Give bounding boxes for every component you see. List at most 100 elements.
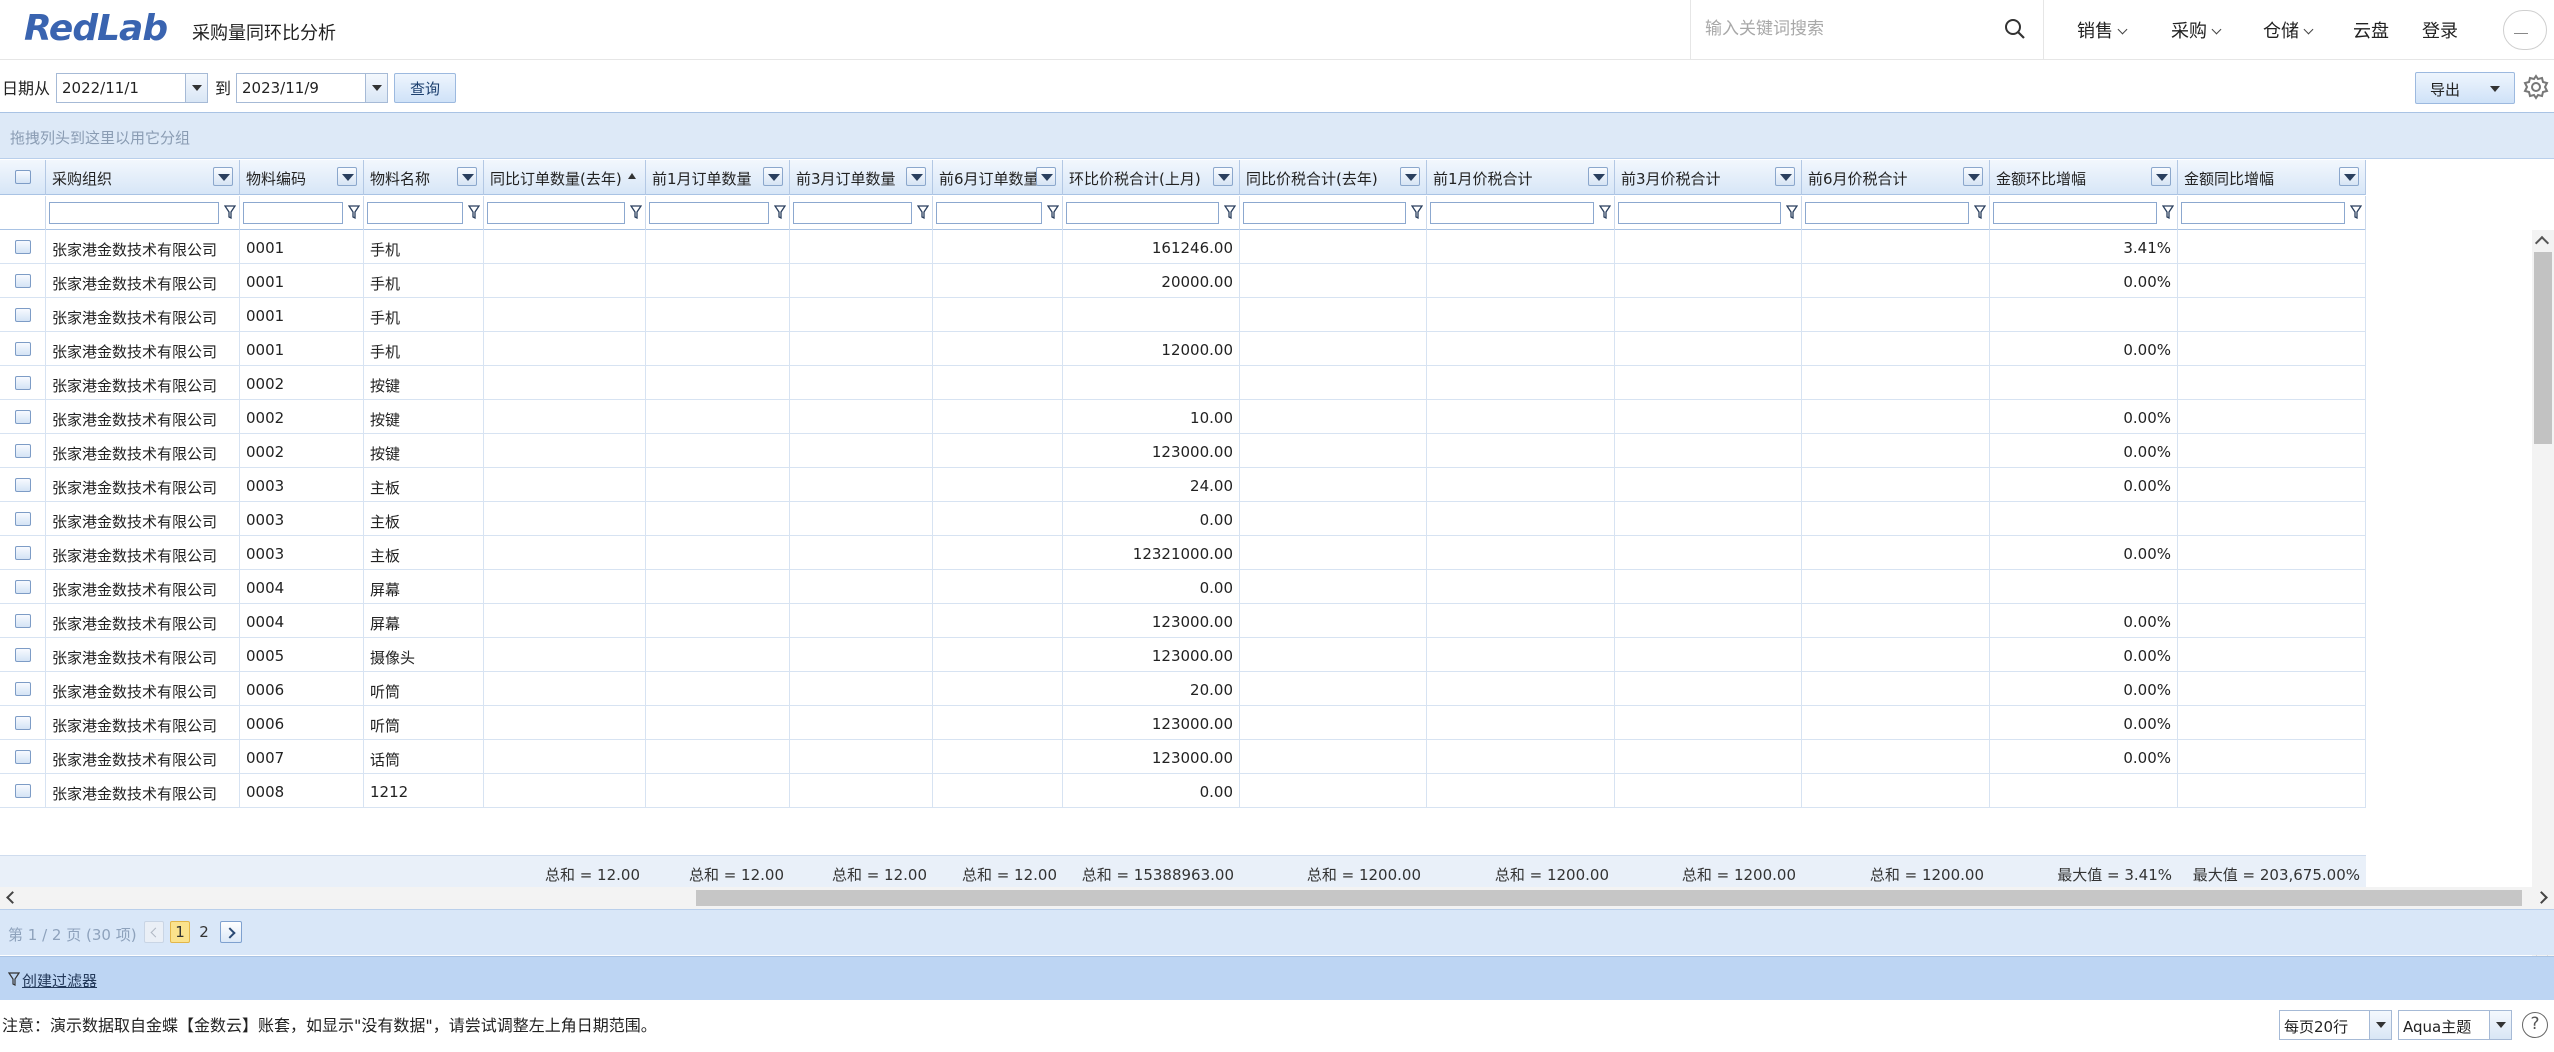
column-filter-input[interactable] xyxy=(367,202,463,224)
scroll-left-icon[interactable] xyxy=(6,891,19,904)
table-row[interactable]: 张家港金数技术有限公司 0001 手机 161246.00 3.41% xyxy=(0,230,2366,264)
row-checkbox[interactable] xyxy=(15,444,31,458)
column-menu-icon[interactable] xyxy=(1400,167,1420,186)
dropdown-arrow-icon[interactable] xyxy=(185,74,207,102)
table-row[interactable]: 张家港金数技术有限公司 0008 1212 0.00 xyxy=(0,774,2366,808)
filter-icon[interactable] xyxy=(774,204,786,220)
filter-icon[interactable] xyxy=(1224,204,1236,220)
column-filter-input[interactable] xyxy=(1430,202,1594,224)
table-row[interactable]: 张家港金数技术有限公司 0001 手机 12000.00 0.00% xyxy=(0,332,2366,366)
column-filter-input[interactable] xyxy=(243,202,343,224)
row-checkbox[interactable] xyxy=(15,580,31,594)
column-filter-input[interactable] xyxy=(793,202,912,224)
gear-icon[interactable] xyxy=(2522,73,2550,101)
table-row[interactable]: 张家港金数技术有限公司 0006 听筒 20.00 0.00% xyxy=(0,672,2366,706)
row-checkbox[interactable] xyxy=(15,614,31,628)
column-header-amount-yoy-growth[interactable]: 金额同比增幅 xyxy=(2178,160,2366,195)
filter-icon[interactable] xyxy=(2162,204,2174,220)
column-header-prev1m-amount[interactable]: 前1月价税合计 xyxy=(1427,160,1615,195)
column-menu-icon[interactable] xyxy=(1036,167,1056,186)
row-checkbox[interactable] xyxy=(15,716,31,730)
table-row[interactable]: 张家港金数技术有限公司 0001 手机 xyxy=(0,298,2366,332)
select-all-checkbox[interactable] xyxy=(15,170,31,184)
column-filter-input[interactable] xyxy=(936,202,1042,224)
filter-icon[interactable] xyxy=(1786,204,1798,220)
column-header-material-name[interactable]: 物料名称 xyxy=(364,160,484,195)
filter-icon[interactable] xyxy=(224,204,236,220)
pager-next-button[interactable] xyxy=(220,921,242,943)
column-menu-icon[interactable] xyxy=(1963,167,1983,186)
row-checkbox[interactable] xyxy=(15,784,31,798)
row-checkbox[interactable] xyxy=(15,240,31,254)
dropdown-arrow-icon[interactable] xyxy=(2489,1011,2511,1039)
query-button[interactable]: 查询 xyxy=(394,73,456,103)
table-row[interactable]: 张家港金数技术有限公司 0007 话筒 123000.00 0.00% xyxy=(0,740,2366,774)
scroll-right-icon[interactable] xyxy=(2535,891,2548,904)
row-checkbox[interactable] xyxy=(15,342,31,356)
theme-select[interactable]: Aqua主题 xyxy=(2398,1010,2512,1040)
nav-purchase-menu[interactable]: 采购 xyxy=(2171,17,2222,43)
nav-warehouse-menu[interactable]: 仓储 xyxy=(2263,17,2314,43)
filter-icon[interactable] xyxy=(468,204,480,220)
table-row[interactable]: 张家港金数技术有限公司 0003 主板 12321000.00 0.00% xyxy=(0,536,2366,570)
table-row[interactable]: 张家港金数技术有限公司 0003 主板 0.00 xyxy=(0,502,2366,536)
dropdown-arrow-icon[interactable] xyxy=(2369,1011,2391,1039)
help-icon[interactable]: ? xyxy=(2522,1012,2548,1038)
scroll-thumb[interactable] xyxy=(696,890,2522,906)
vertical-scrollbar[interactable] xyxy=(2532,230,2554,970)
horizontal-scrollbar[interactable] xyxy=(0,887,2554,909)
filter-icon[interactable] xyxy=(1599,204,1611,220)
date-to-field[interactable]: 2023/11/9 xyxy=(236,73,388,103)
column-menu-icon[interactable] xyxy=(337,167,357,186)
filter-icon[interactable] xyxy=(917,204,929,220)
column-menu-icon[interactable] xyxy=(457,167,477,186)
filter-icon[interactable] xyxy=(1411,204,1423,220)
table-row[interactable]: 张家港金数技术有限公司 0001 手机 20000.00 0.00% xyxy=(0,264,2366,298)
column-filter-input[interactable] xyxy=(487,202,625,224)
column-menu-icon[interactable] xyxy=(1775,167,1795,186)
row-checkbox[interactable] xyxy=(15,546,31,560)
column-menu-icon[interactable] xyxy=(1588,167,1608,186)
column-menu-icon[interactable] xyxy=(2339,167,2359,186)
table-row[interactable]: 张家港金数技术有限公司 0004 屏幕 123000.00 0.00% xyxy=(0,604,2366,638)
column-header-prev1m-order-qty[interactable]: 前1月订单数量 xyxy=(646,160,790,195)
column-menu-icon[interactable] xyxy=(213,167,233,186)
column-header-prev3m-amount[interactable]: 前3月价税合计 xyxy=(1615,160,1802,195)
column-header-prev6m-order-qty[interactable]: 前6月订单数量 xyxy=(933,160,1063,195)
dropdown-arrow-icon[interactable] xyxy=(365,74,387,102)
group-panel[interactable]: 拖拽列头到这里以用它分组 xyxy=(0,113,2554,159)
avatar[interactable] xyxy=(2503,10,2547,50)
column-header-yoy-order-qty[interactable]: 同比订单数量(去年) xyxy=(484,160,646,195)
filter-icon[interactable] xyxy=(630,204,642,220)
page-size-select[interactable]: 每页20行 xyxy=(2279,1010,2392,1040)
row-checkbox[interactable] xyxy=(15,682,31,696)
row-checkbox[interactable] xyxy=(15,274,31,288)
scroll-up-icon[interactable] xyxy=(2534,235,2550,251)
column-filter-input[interactable] xyxy=(1618,202,1781,224)
row-checkbox[interactable] xyxy=(15,376,31,390)
table-row[interactable]: 张家港金数技术有限公司 0003 主板 24.00 0.00% xyxy=(0,468,2366,502)
search-icon[interactable] xyxy=(2003,17,2027,41)
row-checkbox[interactable] xyxy=(15,478,31,492)
column-menu-icon[interactable] xyxy=(1213,167,1233,186)
column-header-mom-amount[interactable]: 环比价税合计(上月) xyxy=(1063,160,1240,195)
table-row[interactable]: 张家港金数技术有限公司 0006 听筒 123000.00 0.00% xyxy=(0,706,2366,740)
table-row[interactable]: 张家港金数技术有限公司 0004 屏幕 0.00 xyxy=(0,570,2366,604)
filter-icon[interactable] xyxy=(1974,204,1986,220)
column-filter-input[interactable] xyxy=(1993,202,2157,224)
export-button[interactable]: 导出 xyxy=(2415,72,2515,104)
nav-cloud-disk[interactable]: 云盘 xyxy=(2353,17,2389,43)
logo[interactable]: RedLab xyxy=(24,8,168,49)
row-checkbox[interactable] xyxy=(15,750,31,764)
create-filter-link[interactable]: 创建过滤器 xyxy=(22,970,97,991)
search-input[interactable] xyxy=(1705,14,1985,44)
table-row[interactable]: 张家港金数技术有限公司 0002 按键 123000.00 0.00% xyxy=(0,434,2366,468)
filter-icon[interactable] xyxy=(348,204,360,220)
column-menu-icon[interactable] xyxy=(763,167,783,186)
column-filter-input[interactable] xyxy=(2181,202,2345,224)
pager-page-2[interactable]: 2 xyxy=(196,921,212,943)
column-header-purchase-org[interactable]: 采购组织 xyxy=(46,160,240,195)
column-header-prev3m-order-qty[interactable]: 前3月订单数量 xyxy=(790,160,933,195)
column-header-prev6m-amount[interactable]: 前6月价税合计 xyxy=(1802,160,1990,195)
column-filter-input[interactable] xyxy=(1805,202,1969,224)
